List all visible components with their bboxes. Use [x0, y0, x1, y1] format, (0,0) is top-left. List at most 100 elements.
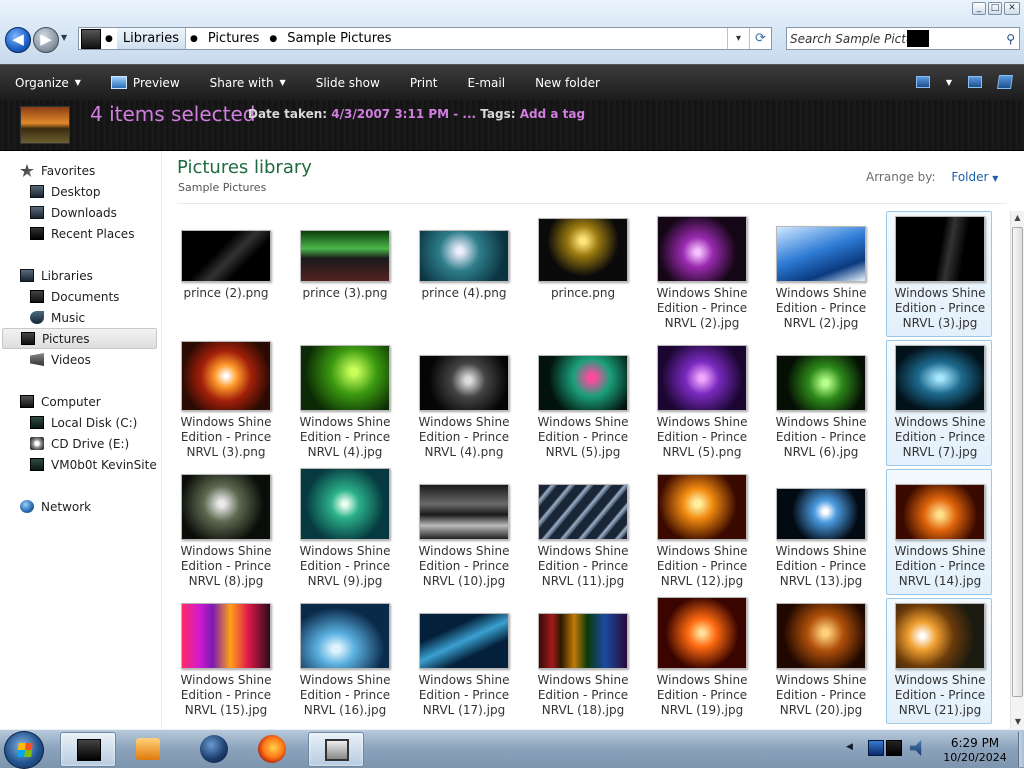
breadcrumb-libraries[interactable]: Libraries: [116, 28, 187, 49]
file-item[interactable]: Windows Shine Edition - Prince NRVL (5).…: [529, 340, 635, 466]
taskbar-globe-button[interactable]: [186, 732, 242, 767]
file-item[interactable]: Windows Shine Edition - Prince NRVL (3).…: [886, 211, 992, 337]
thumbnail-frame: [173, 212, 279, 282]
search-input[interactable]: [787, 31, 907, 46]
address-history-dropdown[interactable]: ▾: [727, 28, 749, 49]
file-item[interactable]: prince (3).png: [291, 211, 397, 337]
taskbar-firefox-button[interactable]: [244, 732, 300, 767]
print-button[interactable]: Print: [395, 76, 453, 90]
scroll-thumb[interactable]: [1012, 227, 1023, 697]
search-icon[interactable]: ⚲: [1006, 32, 1015, 46]
scroll-down-button[interactable]: ▼: [1011, 715, 1024, 729]
preview-button[interactable]: Preview: [96, 76, 195, 90]
nav-recent-places[interactable]: Recent Places: [30, 223, 134, 244]
file-item[interactable]: prince (2).png: [172, 211, 278, 337]
nav-music[interactable]: Music: [30, 307, 85, 328]
nav-network[interactable]: Network: [20, 496, 91, 517]
address-bar[interactable]: ● Libraries ● Pictures ● Sample Pictures…: [78, 27, 772, 50]
file-item[interactable]: Windows Shine Edition - Prince NRVL (16)…: [291, 598, 397, 724]
taskbar-image-viewer-button[interactable]: [308, 732, 364, 767]
tags-value[interactable]: Add a tag: [520, 107, 585, 121]
share-with-button[interactable]: Share with ▼: [195, 76, 301, 90]
recent-pages-dropdown[interactable]: ▼: [61, 33, 67, 42]
music-icon: [30, 311, 44, 324]
file-item[interactable]: Windows Shine Edition - Prince NRVL (5).…: [648, 340, 754, 466]
file-item[interactable]: Windows Shine Edition - Prince NRVL (21)…: [886, 598, 992, 724]
chevron-right-icon[interactable]: ●: [265, 34, 281, 44]
file-item[interactable]: Windows Shine Edition - Prince NRVL (2).…: [767, 211, 873, 337]
vertical-scrollbar[interactable]: ▲ ▼: [1010, 211, 1024, 729]
file-item[interactable]: Windows Shine Edition - Prince NRVL (18)…: [529, 598, 635, 724]
recent-places-icon: [30, 227, 44, 240]
arrange-by-dropdown[interactable]: Folder: [951, 170, 988, 184]
nav-libraries[interactable]: Libraries: [20, 265, 93, 286]
chevron-down-icon[interactable]: ▼: [992, 174, 998, 183]
clock-time[interactable]: 6:29 PM: [930, 736, 1020, 750]
file-item[interactable]: Windows Shine Edition - Prince NRVL (3).…: [172, 340, 278, 466]
file-item[interactable]: Windows Shine Edition - Prince NRVL (11)…: [529, 469, 635, 595]
file-item[interactable]: Windows Shine Edition - Prince NRVL (17)…: [410, 598, 516, 724]
file-item[interactable]: Windows Shine Edition - Prince NRVL (10)…: [410, 469, 516, 595]
file-name: Windows Shine Edition - Prince NRVL (17)…: [418, 673, 510, 717]
file-thumbnail: [181, 341, 271, 411]
breadcrumb-sample-pictures[interactable]: Sample Pictures: [281, 28, 397, 49]
back-button[interactable]: ◀: [5, 27, 31, 53]
forward-button[interactable]: ▶: [33, 27, 59, 53]
file-item[interactable]: Windows Shine Edition - Prince NRVL (19)…: [648, 597, 754, 724]
nav-pictures[interactable]: Pictures: [2, 328, 157, 349]
minimize-button[interactable]: _: [972, 2, 986, 15]
nav-videos[interactable]: Videos: [30, 349, 91, 370]
slide-show-button[interactable]: Slide show: [301, 76, 395, 90]
nav-favorites[interactable]: Favorites: [20, 160, 95, 181]
file-item[interactable]: Windows Shine Edition - Prince NRVL (13)…: [767, 469, 873, 595]
chevron-down-icon[interactable]: ▼: [946, 78, 952, 87]
nav-network-share[interactable]: VM0b0t KevinSite: [30, 454, 157, 475]
nav-downloads[interactable]: Downloads: [30, 202, 117, 223]
chevron-right-icon[interactable]: ●: [186, 34, 202, 44]
file-item[interactable]: prince (4).png: [410, 211, 516, 337]
taskbar-media-player-button[interactable]: [120, 732, 176, 767]
file-item[interactable]: Windows Shine Edition - Prince NRVL (6).…: [767, 340, 873, 466]
file-item[interactable]: prince.png: [529, 211, 635, 337]
start-button[interactable]: [4, 731, 44, 769]
file-item[interactable]: Windows Shine Edition - Prince NRVL (12)…: [648, 469, 754, 595]
action-center-icon[interactable]: [886, 740, 902, 756]
show-hidden-icons-button[interactable]: ◀: [846, 742, 853, 752]
search-box[interactable]: ⚲: [786, 27, 1020, 50]
help-icon[interactable]: [997, 75, 1013, 89]
organize-button[interactable]: Organize ▼: [0, 76, 96, 90]
nav-label: Documents: [51, 289, 120, 304]
file-item[interactable]: Windows Shine Edition - Prince NRVL (4).…: [410, 340, 516, 466]
file-item[interactable]: Windows Shine Edition - Prince NRVL (2).…: [648, 211, 754, 337]
email-button[interactable]: E-mail: [452, 76, 520, 90]
nav-computer[interactable]: Computer: [20, 391, 101, 412]
file-item[interactable]: Windows Shine Edition - Prince NRVL (8).…: [172, 469, 278, 595]
refresh-icon[interactable]: ⟳: [749, 28, 771, 49]
new-folder-button[interactable]: New folder: [520, 76, 615, 90]
preview-pane-icon[interactable]: [968, 76, 982, 88]
nav-local-disk[interactable]: Local Disk (C:): [30, 412, 137, 433]
show-desktop-button[interactable]: [1018, 732, 1024, 767]
maximize-button[interactable]: □: [988, 2, 1002, 15]
scroll-up-button[interactable]: ▲: [1011, 211, 1024, 225]
file-item[interactable]: Windows Shine Edition - Prince NRVL (9).…: [291, 468, 397, 595]
chevron-right-icon[interactable]: ●: [101, 34, 117, 44]
breadcrumb-pictures[interactable]: Pictures: [202, 28, 265, 49]
volume-icon[interactable]: [910, 740, 922, 756]
close-button[interactable]: ✕: [1004, 2, 1020, 15]
file-item[interactable]: Windows Shine Edition - Prince NRVL (15)…: [172, 598, 278, 724]
nav-desktop[interactable]: Desktop: [30, 181, 101, 202]
clock-date[interactable]: 10/20/2024: [930, 751, 1020, 764]
taskbar-explorer-button[interactable]: [60, 732, 116, 767]
change-view-icon[interactable]: [915, 76, 930, 88]
file-name: prince.png: [550, 286, 616, 300]
nav-cd-drive[interactable]: CD Drive (E:): [30, 433, 129, 454]
file-item[interactable]: Windows Shine Edition - Prince NRVL (20)…: [767, 598, 873, 724]
file-item[interactable]: Windows Shine Edition - Prince NRVL (14)…: [886, 469, 992, 595]
file-item[interactable]: Windows Shine Edition - Prince NRVL (7).…: [886, 340, 992, 466]
nav-documents[interactable]: Documents: [30, 286, 119, 307]
network-tray-icon[interactable]: [868, 740, 884, 756]
date-taken-value[interactable]: 4/3/2007 3:11 PM - ...: [331, 107, 476, 121]
file-name: Windows Shine Edition - Prince NRVL (10)…: [418, 544, 510, 588]
file-item[interactable]: Windows Shine Edition - Prince NRVL (4).…: [291, 340, 397, 466]
